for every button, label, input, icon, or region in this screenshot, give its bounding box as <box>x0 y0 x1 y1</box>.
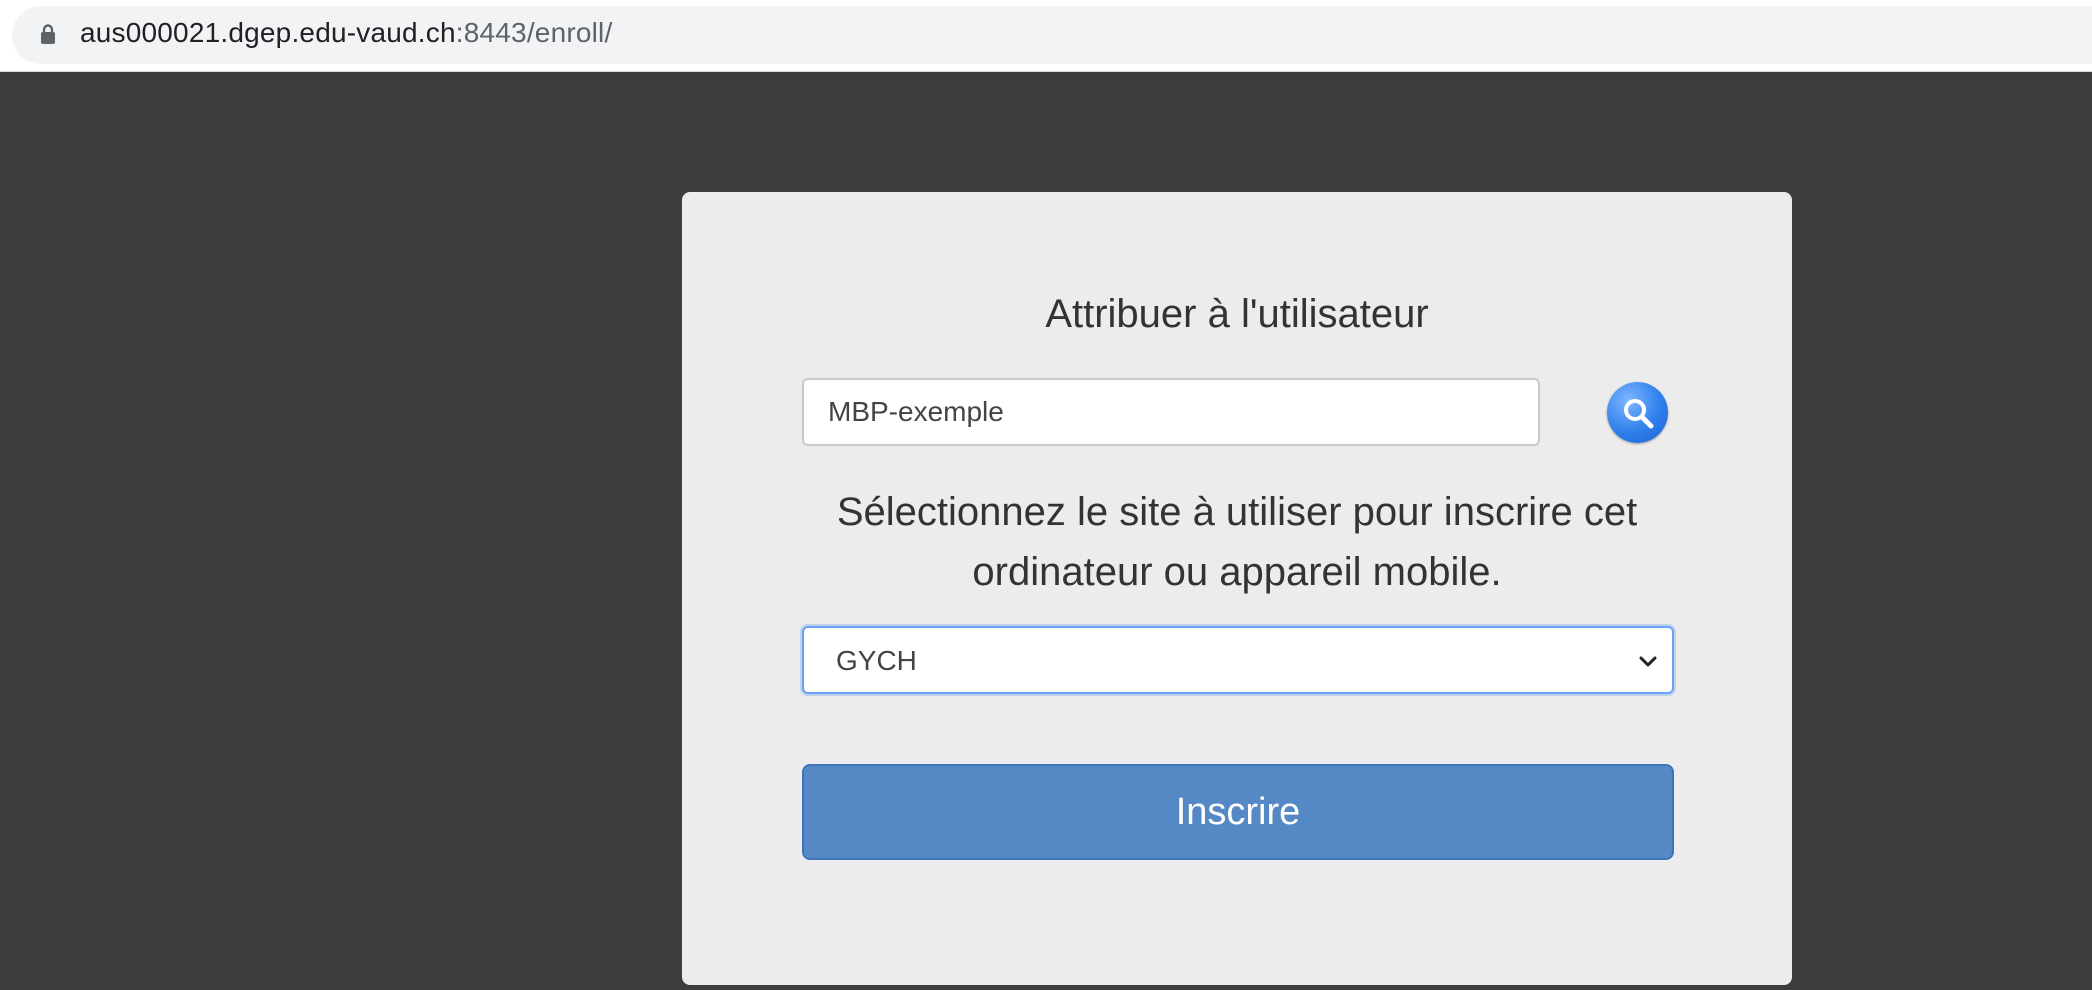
browser-address-bar: aus000021.dgep.edu-vaud.ch:8443/enroll/ <box>0 0 2092 72</box>
chevron-down-icon <box>1639 656 1657 667</box>
site-prompt: Sélectionnez le site à utiliser pour ins… <box>836 490 1638 594</box>
assign-user-heading: Attribuer à l'utilisateur <box>1045 292 1429 336</box>
url-text[interactable]: aus000021.dgep.edu-vaud.ch:8443/enroll/ <box>80 17 612 49</box>
enroll-button[interactable]: Inscrire <box>802 764 1674 860</box>
url-host: aus000021.dgep.edu-vaud.ch <box>80 17 456 48</box>
search-button[interactable] <box>1607 382 1668 443</box>
username-input[interactable] <box>802 378 1540 446</box>
lock-icon[interactable] <box>40 24 56 44</box>
enroll-card: Attribuer à l'utilisateur Sélectionnez l… <box>682 192 1792 985</box>
site-select[interactable]: GYCH <box>802 626 1674 694</box>
site-select-value: GYCH <box>836 645 917 676</box>
url-path: :8443/enroll/ <box>455 17 613 48</box>
search-icon <box>1623 398 1653 428</box>
